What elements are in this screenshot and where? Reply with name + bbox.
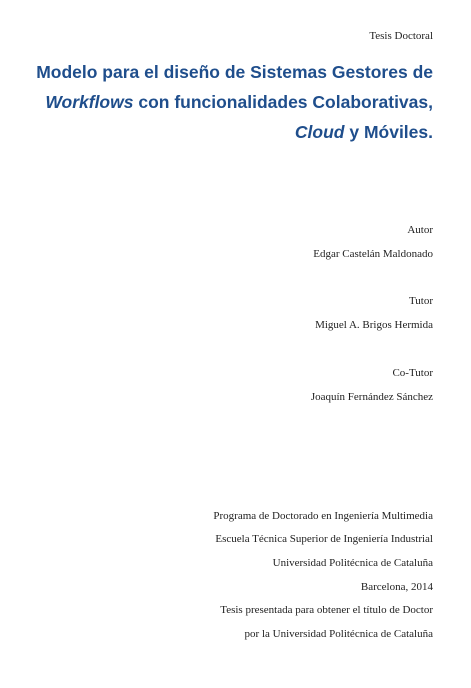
cotutor-name: Joaquín Fernández Sánchez: [310, 391, 433, 403]
title-line-2-rest: con funcionalidades Colaborativas,: [133, 92, 433, 112]
title-workflows-italic: Workflows: [45, 92, 134, 112]
author-label: Autor: [407, 224, 433, 236]
title-line-1: Modelo para el diseño de Sistemas Gestor…: [36, 62, 433, 82]
title-line-2: Workflows con funcionalidades Colaborati…: [13, 87, 433, 117]
thesis-purpose-line-1: Tesis presentada para obtener el título …: [220, 604, 433, 616]
tutor-label: Tutor: [408, 295, 433, 307]
title-line-3-rest: y Móviles.: [344, 122, 433, 142]
cotutor-label: Co-Tutor: [392, 367, 433, 379]
university-name: Universidad Politécnica de Cataluña: [272, 557, 433, 569]
title-line-3: Cloud y Móviles.: [13, 117, 433, 147]
tutor-name: Miguel A. Brigos Hermida: [315, 319, 433, 331]
thesis-purpose-line-2: por la Universidad Politécnica de Catalu…: [244, 628, 433, 640]
title-cloud-italic: Cloud: [294, 122, 345, 142]
place-date: Barcelona, 2014: [360, 581, 433, 593]
author-name: Edgar Castelán Maldonado: [313, 248, 433, 260]
doctoral-program: Programa de Doctorado en Ingeniería Mult…: [213, 510, 433, 522]
document-page: Tesis Doctoral Modelo para el diseño de …: [0, 0, 471, 688]
document-type: Tesis Doctoral: [369, 30, 433, 42]
thesis-title: Modelo para el diseño de Sistemas Gestor…: [13, 57, 433, 147]
school-name: Escuela Técnica Superior de Ingeniería I…: [215, 533, 433, 545]
